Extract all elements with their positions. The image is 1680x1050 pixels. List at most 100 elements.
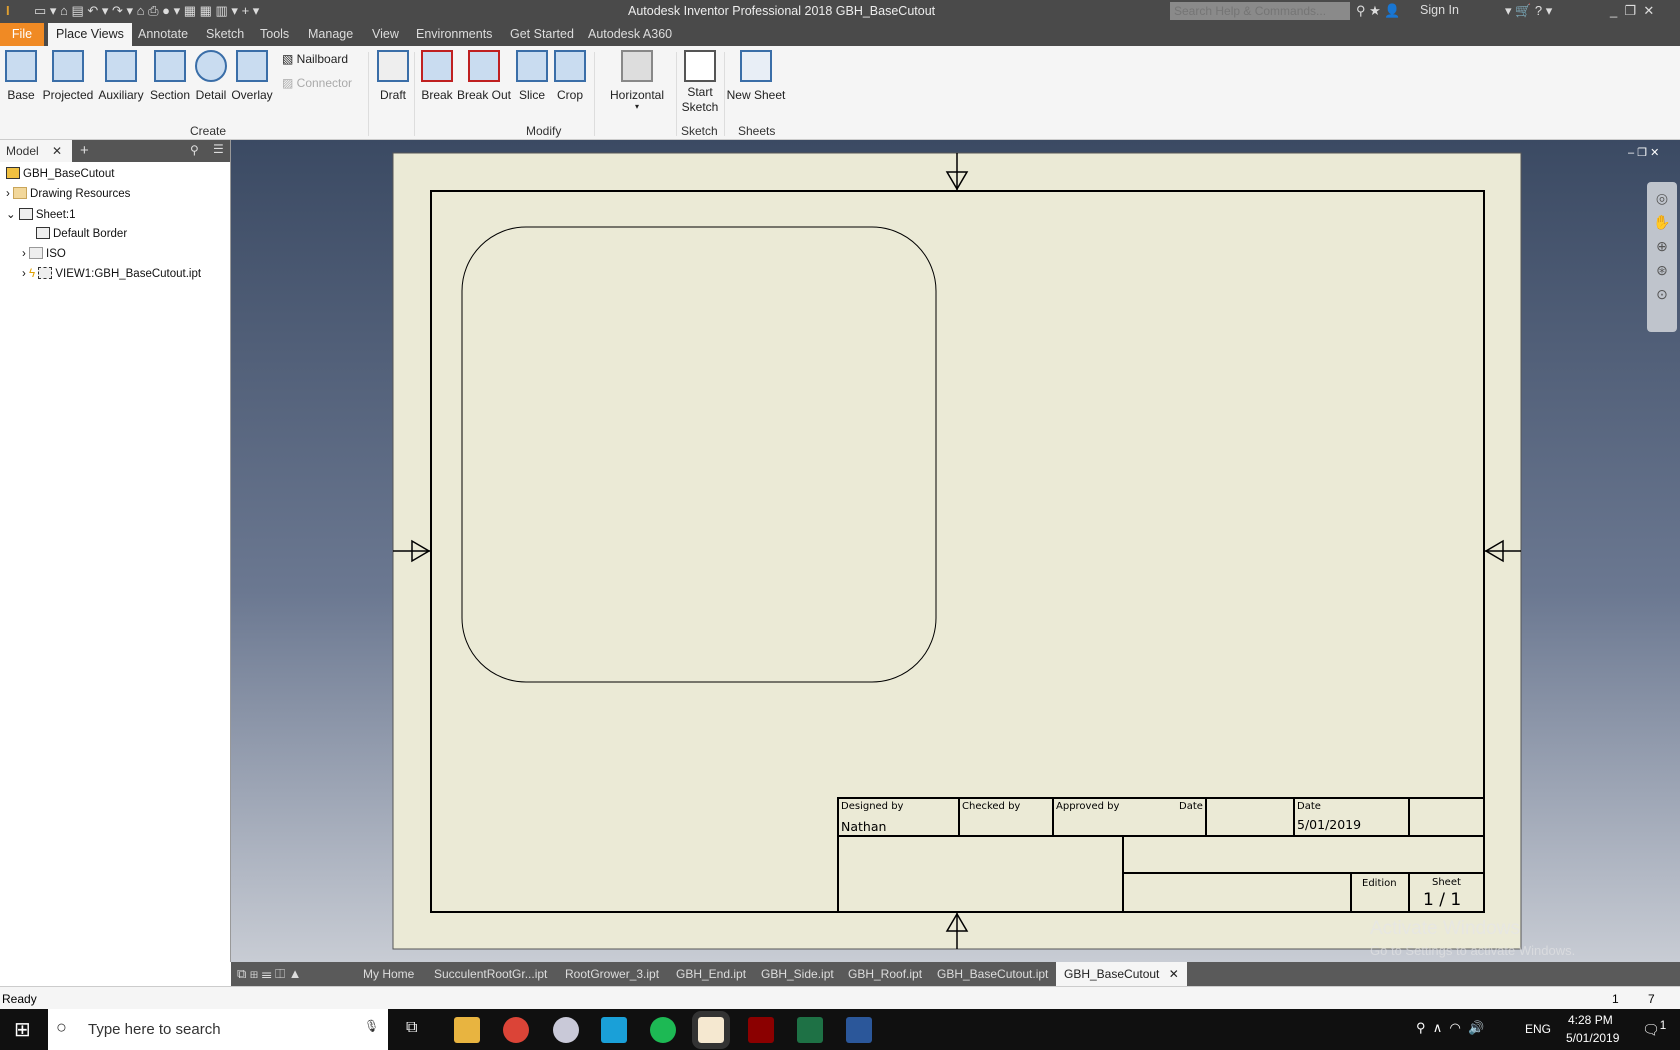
horizontal-button[interactable]: Horizontal ▾ xyxy=(606,50,668,111)
separator xyxy=(414,52,415,136)
crop-icon xyxy=(554,50,586,82)
window-controls[interactable]: _ ❐ ✕ xyxy=(1610,3,1654,19)
chrome-icon[interactable] xyxy=(503,1017,529,1043)
task-view-icon[interactable]: ⧉ xyxy=(406,1019,417,1037)
close-tab-icon[interactable]: ✕ xyxy=(1169,967,1179,981)
tab-autodesk-a360[interactable]: Autodesk A360 xyxy=(580,23,680,46)
clock-date[interactable]: 5/01/2019 xyxy=(1566,1031,1619,1045)
expand-icon[interactable]: › xyxy=(22,248,26,260)
label: Break xyxy=(421,88,453,102)
expand-icon[interactable]: › xyxy=(6,188,10,200)
label: Connector xyxy=(296,76,353,90)
slice-button[interactable]: Slice xyxy=(514,50,550,102)
browser-header: Model ✕ + ⚲ ☰ xyxy=(0,140,230,162)
detail-button[interactable]: Detail xyxy=(194,50,228,102)
auxiliary-button[interactable]: Auxiliary xyxy=(96,50,146,102)
new-sheet-button[interactable]: New Sheet xyxy=(726,50,786,102)
status-bar: Ready 1 7 xyxy=(0,986,1680,1009)
tile-layout-icons[interactable]: ⧉ ⊞ ☰ ◫ ▲ xyxy=(237,962,302,986)
acrobat-icon[interactable] xyxy=(748,1017,774,1043)
taskbar: ⊞ ○ Type here to search 🎙 ⧉ ⚲ ∧ ◠ 🔊 ENG … xyxy=(0,1009,1680,1050)
sheet-icon xyxy=(18,208,33,220)
quick-access-toolbar[interactable]: ▭ ▾ ⌂ ▤ ↶ ▾ ↷ ▾ ⌂ ⎙ ● ▾ ▦ ▦ ▥ ▾ + ▾ xyxy=(34,3,259,19)
tab-get-started[interactable]: Get Started xyxy=(502,23,582,46)
expand-icon[interactable]: › xyxy=(22,268,26,280)
label: Nailboard xyxy=(296,52,349,66)
doc-tab[interactable]: GBH_Side.ipt xyxy=(761,962,834,986)
doc-tab[interactable]: SucculentRootGr...ipt xyxy=(434,962,547,986)
tab-manage[interactable]: Manage xyxy=(300,23,361,46)
file-explorer-icon[interactable] xyxy=(454,1017,480,1043)
close-icon[interactable]: ✕ xyxy=(52,144,62,158)
tree-item-view1[interactable]: › ϟ VIEW1:GBH_BaseCutout.ipt xyxy=(22,267,201,280)
overlay-button[interactable]: Overlay xyxy=(230,50,274,102)
microphone-icon[interactable]: 🎙 xyxy=(364,1019,379,1033)
label: Start Sketch xyxy=(681,85,719,114)
spotify-icon[interactable] xyxy=(650,1017,676,1043)
tab-environments[interactable]: Environments xyxy=(408,23,500,46)
add-tab-icon[interactable]: + xyxy=(80,142,89,159)
word-icon[interactable] xyxy=(846,1017,872,1043)
excel-icon[interactable] xyxy=(797,1017,823,1043)
status-count-2: 7 xyxy=(1648,992,1655,1006)
tab-tools[interactable]: Tools xyxy=(252,23,297,46)
doc-tab[interactable]: RootGrower_3.ipt xyxy=(565,962,659,986)
title-block-icon xyxy=(29,247,44,259)
system-tray-icons[interactable]: ⚲ ∧ ◠ 🔊 xyxy=(1416,1020,1484,1036)
inventor-taskbar-icon[interactable] xyxy=(692,1011,730,1049)
tab-file[interactable]: File xyxy=(0,23,44,46)
doc-tab[interactable]: GBH_End.ipt xyxy=(676,962,746,986)
base-view-icon xyxy=(5,50,37,82)
tab-model[interactable]: Model ✕ xyxy=(0,140,72,162)
doc-tab[interactable]: GBH_Roof.ipt xyxy=(848,962,922,986)
canvas-window-controls[interactable]: – ❐ ✕ xyxy=(1628,146,1659,159)
tree-item-sheet[interactable]: ⌄ Sheet:1 xyxy=(6,207,76,221)
collapse-icon[interactable]: ⌄ xyxy=(6,209,16,221)
clock-time[interactable]: 4:28 PM xyxy=(1568,1013,1613,1027)
connector-button[interactable]: ▨ Connector xyxy=(282,76,352,90)
title-bar: I ▭ ▾ ⌂ ▤ ↶ ▾ ↷ ▾ ⌂ ⎙ ● ▾ ▦ ▦ ▥ ▾ + ▾ Au… xyxy=(0,0,1680,23)
menu-icon[interactable]: ☰ xyxy=(213,142,224,156)
app-icon[interactable] xyxy=(553,1017,579,1043)
language-indicator[interactable]: ENG xyxy=(1525,1022,1551,1036)
tab-annotate[interactable]: Annotate xyxy=(130,23,196,46)
drawing-canvas[interactable] xyxy=(231,140,1680,962)
label: ISO xyxy=(46,248,66,260)
app-title: Autodesk Inventor Professional 2018 GBH_… xyxy=(628,4,936,18)
lightning-icon: ϟ xyxy=(29,268,36,280)
doc-tab[interactable]: My Home xyxy=(363,962,414,986)
slice-icon xyxy=(516,50,548,82)
projected-button[interactable]: Projected xyxy=(42,50,94,102)
sign-in-button[interactable]: Sign In xyxy=(1420,3,1459,17)
section-button[interactable]: Section xyxy=(148,50,192,102)
search-icon[interactable]: ⚲ xyxy=(190,143,199,157)
c-app-icon[interactable] xyxy=(601,1017,627,1043)
break-button[interactable]: Break xyxy=(420,50,454,102)
nav-tools-icon[interactable]: ◎ ✋ ⊕ ⊛ ⊙ xyxy=(1647,182,1677,306)
tab-sketch[interactable]: Sketch xyxy=(198,23,252,46)
nailboard-button[interactable]: ▧ Nailboard xyxy=(282,52,348,66)
cart-icon[interactable]: ▾ 🛒 ? ▾ xyxy=(1505,3,1552,19)
notifications-icon[interactable]: 🗨1 xyxy=(1642,1019,1666,1039)
label: Auxiliary xyxy=(98,88,144,102)
start-sketch-button[interactable]: Start Sketch xyxy=(680,50,720,115)
tree-item-default-border[interactable]: Default Border xyxy=(36,227,127,240)
favorites-icon[interactable]: ⚲ ★ 👤 xyxy=(1356,3,1401,19)
crop-button[interactable]: Crop xyxy=(552,50,588,102)
navigation-bar[interactable]: ◎ ✋ ⊕ ⊛ ⊙ xyxy=(1647,182,1677,332)
tab-view[interactable]: View xyxy=(364,23,407,46)
break-out-button[interactable]: Break Out xyxy=(456,50,512,102)
label: Break Out xyxy=(456,88,512,102)
doc-tab[interactable]: GBH_BaseCutout.ipt xyxy=(937,962,1048,986)
base-button[interactable]: Base xyxy=(4,50,38,102)
tree-item-drawing-resources[interactable]: › Drawing Resources xyxy=(6,187,130,200)
windows-start-icon[interactable]: ⊞ xyxy=(14,1017,31,1042)
taskbar-search[interactable]: ○ Type here to search 🎙 xyxy=(48,1009,388,1050)
doc-tab-active[interactable]: GBH_BaseCutout ✕ xyxy=(1056,962,1187,986)
tree-item-iso[interactable]: › ISO xyxy=(22,247,66,260)
tab-place-views[interactable]: Place Views xyxy=(48,23,132,46)
label: Detail xyxy=(195,88,227,102)
tree-item-document[interactable]: GBH_BaseCutout xyxy=(6,167,114,180)
search-help-input[interactable] xyxy=(1170,2,1350,20)
draft-button[interactable]: Draft xyxy=(376,50,410,102)
